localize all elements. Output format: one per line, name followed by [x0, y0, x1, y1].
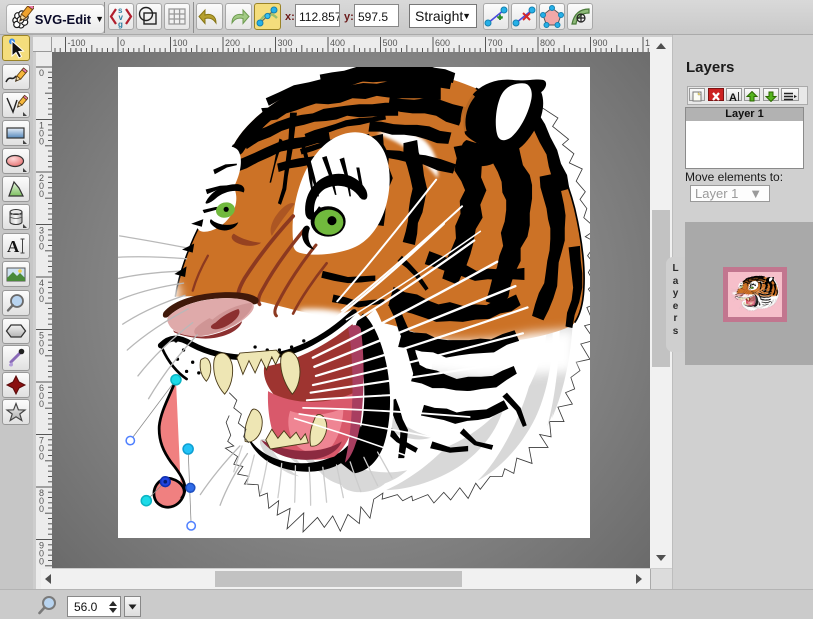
svg-text:A: A	[729, 92, 737, 102]
svg-text:300: 300	[278, 38, 293, 48]
svg-text:900: 900	[593, 38, 608, 48]
svg-text:0: 0	[39, 504, 44, 514]
svg-text:0: 0	[39, 294, 44, 304]
svg-text:0: 0	[39, 242, 44, 252]
svg-text:400: 400	[330, 38, 345, 48]
svg-text:700: 700	[488, 38, 503, 48]
svg-text:600: 600	[435, 38, 450, 48]
svg-text:g: g	[118, 20, 123, 29]
svg-text:500: 500	[383, 38, 398, 48]
svg-text:-100: -100	[68, 38, 86, 48]
svg-text:800: 800	[540, 38, 555, 48]
svg-text:0: 0	[39, 189, 44, 199]
svg-text:A: A	[7, 237, 20, 256]
svg-text:0: 0	[39, 347, 44, 357]
svg-text:0: 0	[39, 68, 44, 78]
svg-text:200: 200	[225, 38, 240, 48]
svg-text:0: 0	[120, 38, 125, 48]
svg-text:0: 0	[39, 452, 44, 462]
svg-text:0: 0	[39, 557, 44, 567]
svg-text:0: 0	[39, 137, 44, 147]
svg-text:100: 100	[173, 38, 188, 48]
svg-text:0: 0	[39, 399, 44, 409]
